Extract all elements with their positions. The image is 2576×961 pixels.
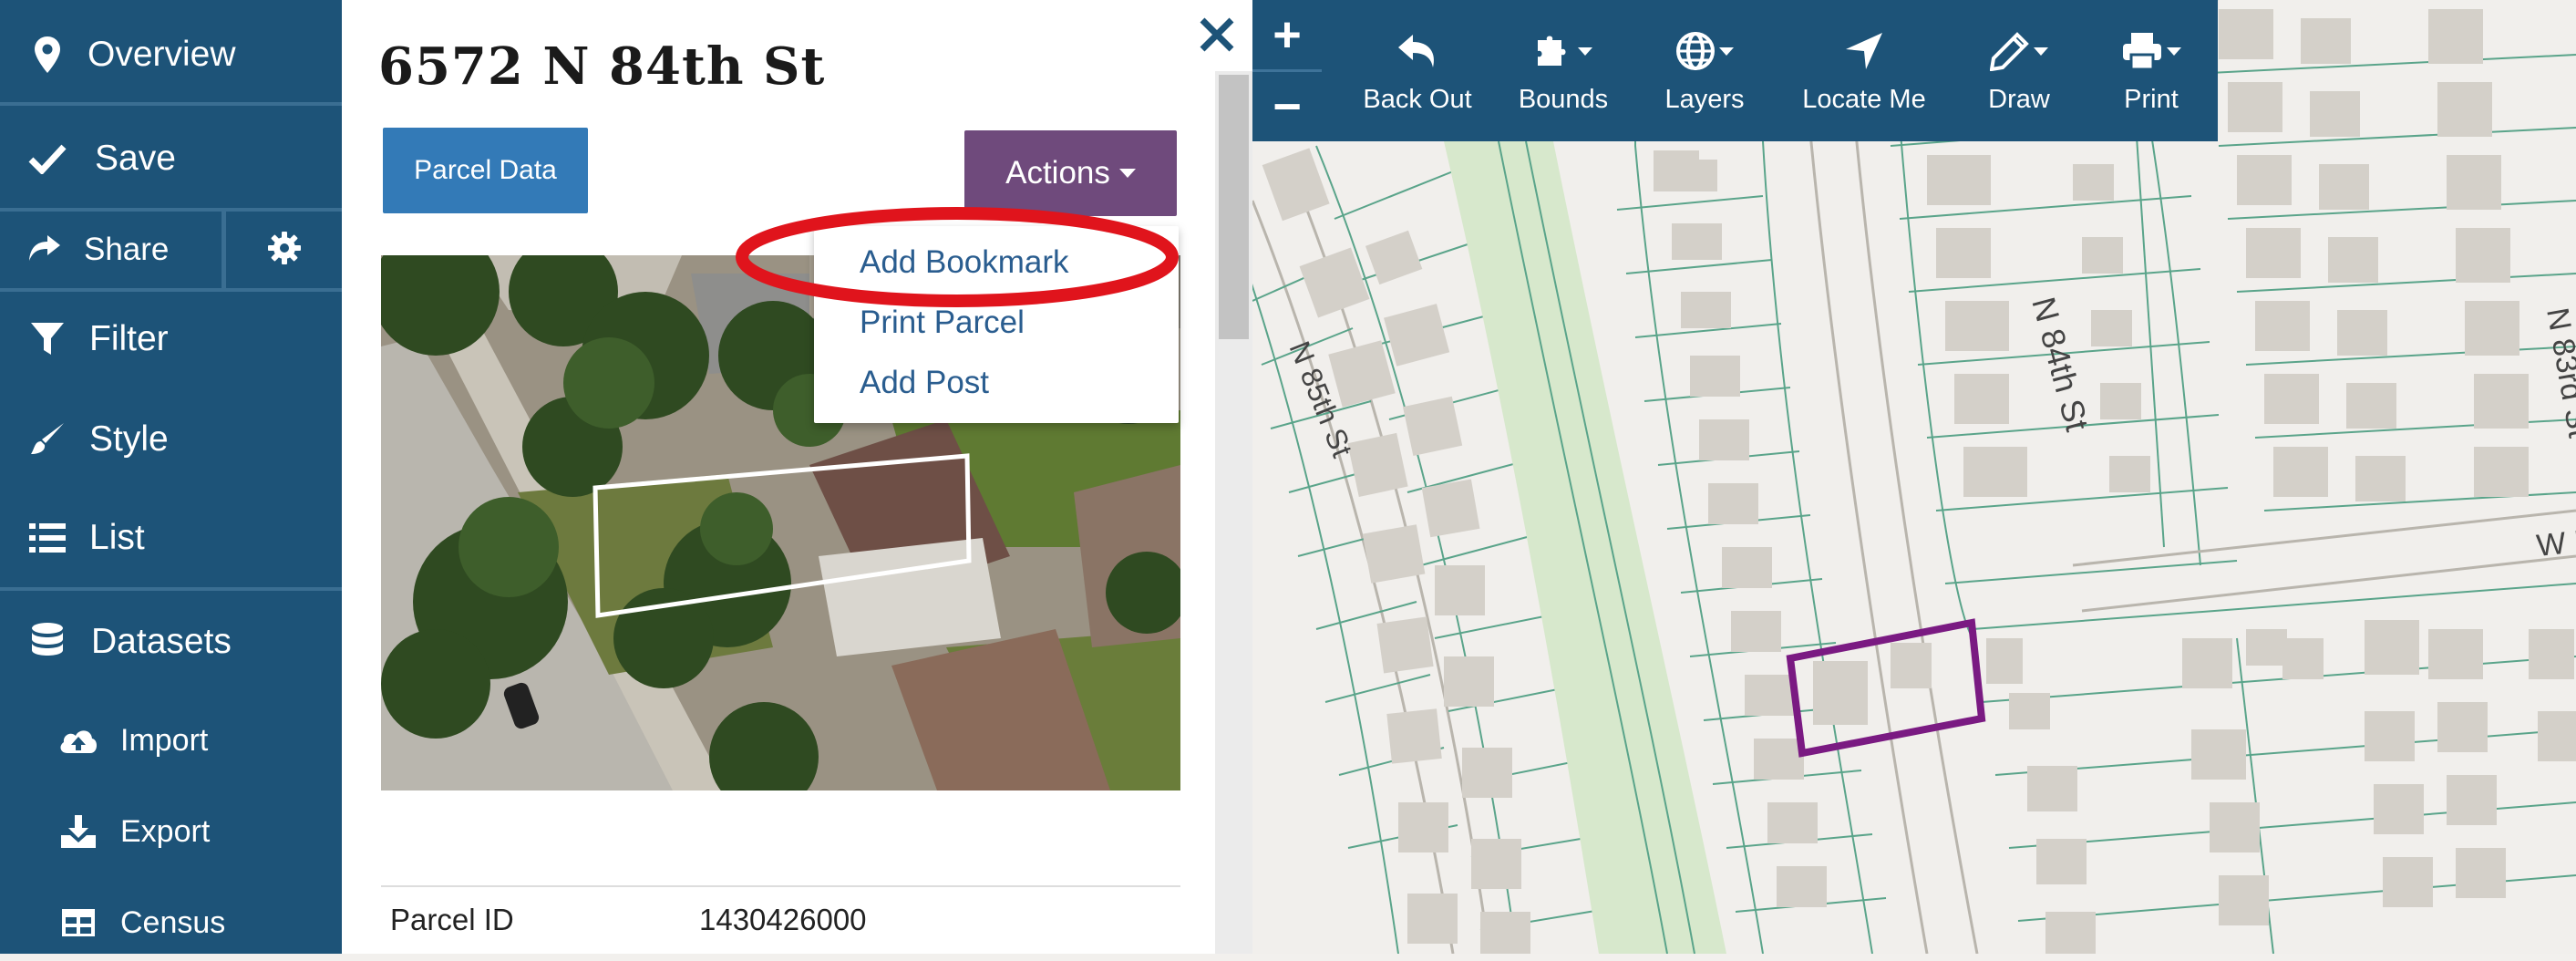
settings-button[interactable]	[226, 212, 342, 288]
sidebar-divider	[0, 587, 342, 591]
locate-me-button[interactable]: Locate Me	[1787, 0, 1942, 141]
undo-icon	[1396, 26, 1438, 76]
close-icon	[1199, 16, 1235, 57]
parcel-id-value: 1430426000	[699, 903, 867, 936]
map-toolbar: Back Out Bounds Layers Locate Me Draw Pr…	[1322, 0, 2218, 141]
filter-icon	[27, 319, 67, 359]
sidebar-item-label: Share	[84, 232, 170, 267]
menu-item-add-bookmark[interactable]: Add Bookmark	[860, 244, 1069, 281]
menu-item-print-parcel[interactable]: Print Parcel	[860, 305, 1025, 341]
back-out-label: Back Out	[1363, 85, 1472, 114]
zoom-controls: + −	[1252, 0, 1322, 141]
sidebar-item-datasets[interactable]: Datasets	[0, 604, 342, 680]
print-button[interactable]: Print	[2092, 0, 2210, 141]
parcel-data-button[interactable]: Parcel Data	[383, 128, 588, 213]
printer-icon	[2121, 26, 2181, 76]
page-title: 6572 N 84th St	[378, 36, 826, 97]
close-button[interactable]	[1191, 9, 1242, 64]
download-icon	[58, 811, 98, 852]
menu-item-add-post[interactable]: Add Post	[860, 365, 989, 401]
sidebar-item-label: Save	[95, 139, 176, 178]
check-icon	[27, 139, 67, 179]
sidebar-item-save[interactable]: Save	[0, 120, 342, 197]
paintbrush-icon	[27, 419, 67, 460]
sidebar-item-export[interactable]: Export	[0, 793, 342, 870]
actions-label: Actions	[1005, 155, 1110, 191]
bounds-button[interactable]: Bounds	[1504, 0, 1623, 141]
parcel-detail-panel: 6572 N 84th St Parcel Data Actions Add B…	[342, 0, 1252, 954]
layers-button[interactable]: Layers	[1645, 0, 1764, 141]
globe-icon	[1675, 26, 1734, 76]
panel-scrollbar-thumb[interactable]	[1219, 75, 1249, 339]
share-arrow-icon	[27, 233, 62, 267]
draw-label: Draw	[1988, 85, 2050, 114]
print-label: Print	[2124, 85, 2179, 114]
zoom-out-button[interactable]: −	[1252, 72, 1322, 140]
sidebar-item-list[interactable]: List	[0, 500, 342, 576]
zoom-in-button[interactable]: +	[1252, 0, 1322, 68]
sidebar-item-overview[interactable]: Overview	[0, 16, 342, 93]
actions-dropdown-menu: Add Bookmark Print Parcel Add Post	[814, 226, 1179, 423]
sidebar-item-import[interactable]: Import	[0, 702, 342, 779]
sidebar-item-label: Import	[120, 722, 209, 758]
pencil-icon	[1990, 26, 2048, 76]
sidebar-item-label: Filter	[89, 319, 169, 358]
sidebar-item-label: Datasets	[91, 622, 232, 661]
actions-dropdown-button[interactable]: Actions	[964, 130, 1177, 216]
map-marker-icon	[27, 35, 67, 75]
sidebar-item-label: Overview	[88, 35, 236, 74]
back-out-button[interactable]: Back Out	[1349, 0, 1486, 141]
bounds-label: Bounds	[1518, 85, 1609, 114]
sidebar-divider	[0, 102, 342, 106]
draw-button[interactable]: Draw	[1960, 0, 2078, 141]
sidebar-item-style[interactable]: Style	[0, 401, 342, 478]
sidebar-item-share[interactable]: Share	[0, 212, 222, 288]
street-label: W H	[2535, 522, 2576, 563]
layers-label: Layers	[1664, 85, 1745, 114]
sidebar: Overview Save Share Filter Style List Da…	[0, 0, 342, 954]
table-icon	[58, 903, 98, 943]
parcel-id-label: Parcel ID	[390, 903, 514, 936]
share-row: Share	[0, 212, 342, 288]
sidebar-item-label: Census	[120, 904, 226, 940]
sidebar-item-label: List	[89, 518, 145, 557]
sidebar-divider	[0, 288, 342, 292]
table-divider	[381, 885, 1180, 887]
sidebar-item-census[interactable]: Census	[0, 884, 342, 961]
cloud-upload-icon	[58, 720, 98, 760]
list-icon	[27, 518, 67, 558]
puzzle-icon	[1534, 26, 1592, 76]
sidebar-item-label: Export	[120, 813, 211, 849]
locate-me-label: Locate Me	[1802, 85, 1926, 114]
database-icon	[27, 622, 67, 662]
gear-icon	[267, 231, 301, 269]
caret-down-icon	[1118, 169, 1136, 178]
parcel-map[interactable]: N 85th St N 84th St N 83rd St W H	[1252, 0, 2576, 954]
sidebar-item-filter[interactable]: Filter	[0, 301, 342, 377]
location-arrow-icon	[1844, 26, 1884, 76]
sidebar-item-label: Style	[89, 419, 169, 459]
